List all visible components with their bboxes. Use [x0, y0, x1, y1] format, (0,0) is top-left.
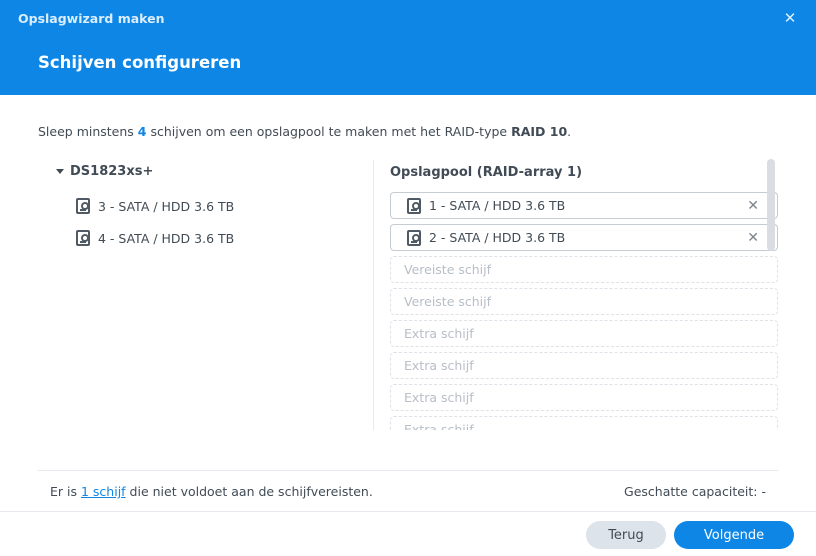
available-disk[interactable]: 3 - SATA / HDD 3.6 TB: [76, 196, 234, 216]
extra-disk-slot[interactable]: Extra schijf: [390, 384, 778, 411]
disk-label: 1 - SATA / HDD 3.6 TB: [429, 198, 566, 213]
estimated-capacity: Geschatte capaciteit: -: [624, 484, 766, 499]
remove-icon[interactable]: ✕: [747, 198, 759, 214]
caret-down-icon[interactable]: [56, 169, 64, 174]
hdd-icon: [407, 197, 421, 214]
instruction-suffix: .: [567, 124, 572, 139]
window-title: Opslagwizard maken: [18, 11, 165, 26]
remove-icon[interactable]: ✕: [747, 230, 759, 246]
pool-disk-slot[interactable]: 1 - SATA / HDD 3.6 TB ✕: [390, 192, 778, 219]
extra-disk-slot[interactable]: Extra schijf: [390, 320, 778, 347]
status-prefix: Er is: [50, 484, 81, 499]
extra-disk-slot[interactable]: Extra schijf: [390, 352, 778, 379]
column-divider: [373, 160, 374, 430]
raid-type: RAID 10: [511, 124, 568, 139]
close-icon[interactable]: ✕: [782, 9, 798, 27]
disk-label: 3 - SATA / HDD 3.6 TB: [98, 198, 235, 214]
disk-label: 4 - SATA / HDD 3.6 TB: [98, 230, 235, 246]
hdd-icon: [76, 198, 90, 214]
wizard-header: Opslagwizard maken ✕ Schijven configurer…: [0, 0, 816, 95]
capacity-label: Geschatte capaciteit:: [624, 484, 758, 499]
page-title: Schijven configureren: [38, 53, 242, 72]
instruction-prefix: Sleep minstens: [38, 124, 138, 139]
buttons-divider: [0, 511, 816, 512]
hdd-icon: [76, 230, 90, 246]
pool-drop-area[interactable]: 1 - SATA / HDD 3.6 TB ✕ 2 - SATA / HDD 3…: [388, 190, 780, 430]
device-name: DS1823xs+: [70, 164, 154, 179]
required-disk-slot[interactable]: Vereiste schijf: [390, 256, 778, 283]
status-suffix: die niet voldoet aan de schijfvereisten.: [125, 484, 373, 499]
instruction-text: Sleep minstens 4 schijven om een opslagp…: [38, 124, 571, 139]
back-button[interactable]: Terug: [586, 521, 666, 549]
capacity-value: -: [761, 484, 766, 499]
pool-disk-slot[interactable]: 2 - SATA / HDD 3.6 TB ✕: [390, 224, 778, 251]
available-disk[interactable]: 4 - SATA / HDD 3.6 TB: [76, 228, 234, 248]
disk-requirement-status: Er is 1 schijf die niet voldoet aan de s…: [50, 484, 373, 499]
extra-disk-slot[interactable]: Extra schijf: [390, 416, 778, 430]
pool-scrollbar[interactable]: [767, 159, 775, 251]
footer-divider: [38, 470, 778, 471]
next-button[interactable]: Volgende: [674, 521, 794, 549]
required-disk-slot[interactable]: Vereiste schijf: [390, 288, 778, 315]
instruction-middle: schijven om een opslagpool te maken met …: [146, 124, 512, 139]
hdd-icon: [407, 229, 421, 246]
unqualified-disk-link[interactable]: 1 schijf: [81, 484, 126, 499]
pool-title: Opslagpool (RAID-array 1): [390, 165, 583, 180]
disk-label: 2 - SATA / HDD 3.6 TB: [429, 230, 566, 245]
device-tree-node[interactable]: DS1823xs+: [56, 164, 153, 179]
